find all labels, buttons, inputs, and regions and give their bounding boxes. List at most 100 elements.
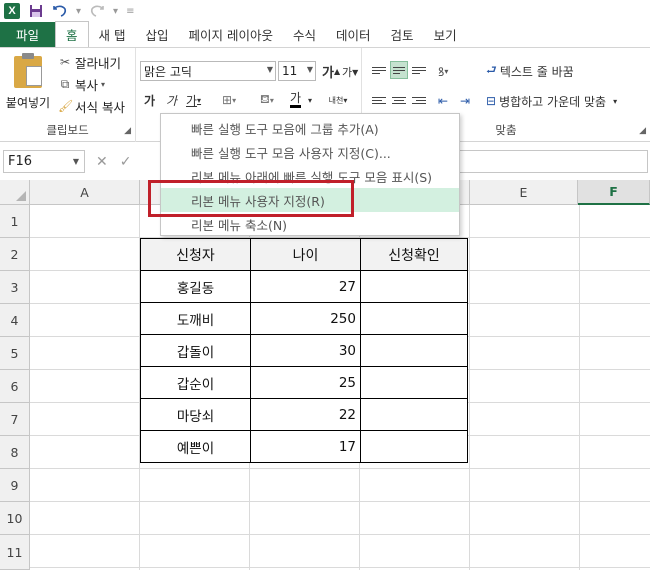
menu-item-customize-qat[interactable]: 빠른 실행 도구 모음 사용자 지정(C)... [161, 140, 459, 164]
table-cell-name[interactable]: 예쁜이 [140, 430, 251, 463]
tab-home[interactable]: 홈 [55, 21, 89, 47]
table-cell-age[interactable]: 22 [250, 398, 361, 431]
font-name-box[interactable]: 맑은 고딕 ▼ [140, 61, 276, 81]
copy-dropdown-icon[interactable]: ▾ [101, 80, 105, 89]
undo-dropdown-icon[interactable]: ▾ [76, 6, 81, 17]
table-header-age[interactable]: 나이 [250, 238, 361, 271]
row-header-2[interactable]: 2 [0, 238, 30, 271]
table-cell-name[interactable]: 도깨비 [140, 302, 251, 335]
table-cell-age[interactable]: 25 [250, 366, 361, 399]
table-cell-confirm[interactable] [360, 430, 468, 463]
increase-indent-icon[interactable]: ⇥ [460, 91, 470, 111]
save-icon[interactable] [28, 3, 44, 19]
row-header-11[interactable]: 11 [0, 535, 30, 570]
scissors-icon: ✂ [59, 55, 71, 69]
font-size-box[interactable]: 11 ▼ [278, 61, 316, 81]
table-cell-name[interactable]: 홍길동 [140, 270, 251, 303]
clipboard-launcher-icon[interactable]: ◢ [124, 126, 131, 136]
bold-button[interactable]: 가 [144, 90, 155, 110]
name-box[interactable]: F16 ▼ [3, 150, 85, 173]
tab-insert[interactable]: 삽입 [136, 22, 179, 47]
table-cell-confirm[interactable] [360, 334, 468, 367]
table-cell-confirm[interactable] [360, 270, 468, 303]
tab-view[interactable]: 보기 [424, 22, 467, 47]
align-bottom-icon[interactable] [410, 61, 428, 79]
italic-label: 가 [166, 93, 178, 108]
row-header-9[interactable]: 9 [0, 469, 30, 502]
font-size-value: 11 [282, 64, 298, 78]
table-header-applicant[interactable]: 신청자 [140, 238, 251, 271]
column-header-a[interactable]: A [30, 180, 140, 205]
table-cell-age[interactable]: 250 [250, 302, 361, 335]
table-cell-confirm[interactable] [360, 302, 468, 335]
table-cell-age[interactable]: 27 [250, 270, 361, 303]
column-header-f[interactable]: F [578, 180, 650, 205]
excel-logo-icon: X [4, 3, 20, 19]
row-header-3[interactable]: 3 [0, 271, 30, 304]
wrap-text-button[interactable]: ⮐ 텍스트 줄 바꿈 [486, 61, 574, 81]
format-painter-button[interactable]: 🖌 서식 복사 [58, 96, 125, 116]
table-cell-confirm[interactable] [360, 398, 468, 431]
row-header-7[interactable]: 7 [0, 403, 30, 436]
tab-review[interactable]: 검토 [381, 22, 424, 47]
cut-button[interactable]: ✂ 잘라내기 [58, 52, 121, 72]
tab-page-layout[interactable]: 페이지 레이아웃 [179, 22, 283, 47]
align-top-icon[interactable] [370, 61, 388, 79]
row-header-6[interactable]: 6 [0, 370, 30, 403]
table-cell-name[interactable]: 갑순이 [140, 366, 251, 399]
tab-new-tab[interactable]: 새 탭 [89, 22, 136, 47]
merge-center-label: 병합하고 가운데 맞춤 [499, 94, 607, 109]
table-cell-name[interactable]: 갑돌이 [140, 334, 251, 367]
font-name-value: 맑은 고딕 [144, 64, 192, 79]
phonetic-button[interactable]: 내천 ▾ [324, 90, 352, 110]
fill-color-icon[interactable]: ⛾ ▾ [260, 90, 274, 110]
underline-button[interactable]: 가 ▾ [186, 90, 201, 110]
menu-item-add-group-to-qat[interactable]: 빠른 실행 도구 모음에 그룹 추가(A) [161, 116, 459, 140]
row-header-5[interactable]: 5 [0, 337, 30, 370]
table-cell-name[interactable]: 마당쇠 [140, 398, 251, 431]
column-header-e[interactable]: E [470, 180, 578, 205]
merge-dropdown-icon[interactable]: ▾ [613, 97, 617, 106]
redo-icon[interactable] [89, 3, 105, 19]
decrease-indent-icon[interactable]: ⇤ [438, 91, 448, 111]
row-header-10[interactable]: 10 [0, 502, 30, 535]
align-left-icon[interactable] [370, 91, 388, 109]
underline-label: 가 [186, 93, 198, 108]
row-header-1[interactable]: 1 [0, 205, 30, 238]
copy-button[interactable]: ⧉ 복사 ▾ [58, 74, 105, 94]
italic-button[interactable]: 가 [166, 90, 177, 110]
worksheet-grid: A B C D E F 1 2 3 4 5 6 7 8 9 10 11 신청자 … [0, 180, 650, 570]
table-header-confirm[interactable]: 신청확인 [360, 238, 468, 271]
select-all-button[interactable] [0, 180, 30, 205]
font-name-dropdown-icon[interactable]: ▼ [267, 65, 273, 74]
align-middle-icon[interactable] [390, 61, 408, 79]
name-box-dropdown-icon[interactable]: ▼ [73, 157, 79, 166]
enter-icon[interactable]: ✓ [120, 154, 132, 170]
merge-center-button[interactable]: ⊟ 병합하고 가운데 맞춤 ▾ [486, 91, 617, 111]
align-center-icon[interactable] [390, 91, 408, 109]
table-cell-age[interactable]: 17 [250, 430, 361, 463]
row-header-8[interactable]: 8 [0, 436, 30, 469]
align-right-icon[interactable] [410, 91, 428, 109]
cancel-icon[interactable]: ✕ [96, 154, 108, 170]
copy-icon: ⧉ [60, 76, 70, 91]
table-cell-age[interactable]: 30 [250, 334, 361, 367]
redo-dropdown-icon[interactable]: ▾ [113, 6, 118, 17]
grow-font-button[interactable]: 가 ▲ [322, 61, 340, 81]
row-header-4[interactable]: 4 [0, 304, 30, 337]
font-color-dropdown-icon[interactable]: ▾ [308, 90, 312, 110]
font-size-dropdown-icon[interactable]: ▼ [307, 65, 313, 74]
border-icon[interactable]: ⊞ ▾ [222, 90, 236, 110]
alignment-launcher-icon[interactable]: ◢ [639, 126, 646, 136]
font-color-button[interactable]: 가 [290, 90, 302, 108]
orientation-icon[interactable]: ꝸ ▾ [438, 61, 448, 81]
table-cell-confirm[interactable] [360, 366, 468, 399]
tab-formulas[interactable]: 수식 [283, 22, 326, 47]
paste-button[interactable]: 붙여넣기 [4, 53, 52, 112]
grow-font-label: 가 [322, 65, 334, 81]
customize-icon[interactable]: ≡ [126, 6, 134, 17]
undo-icon[interactable] [52, 3, 68, 19]
tab-file[interactable]: 파일 [0, 22, 56, 47]
shrink-font-button[interactable]: 가 ▼ [342, 62, 358, 82]
tab-data[interactable]: 데이터 [326, 22, 381, 47]
